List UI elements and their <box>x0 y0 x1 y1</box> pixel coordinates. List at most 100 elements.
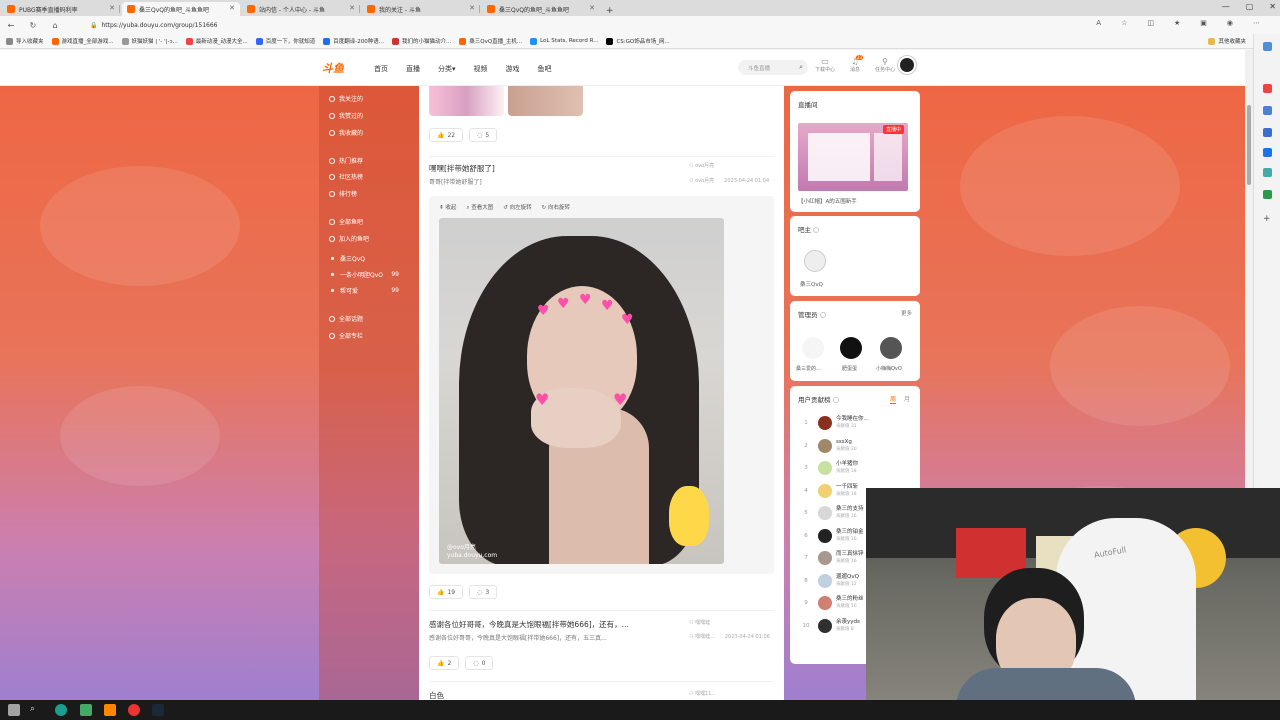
close-window-icon[interactable]: ✕ <box>1269 2 1276 11</box>
rank-row[interactable]: 1 今我睡在你... 贡献值 31 <box>798 414 910 432</box>
rank-row[interactable]: 3 小羊猪你 贡献值 18 <box>798 459 910 477</box>
rank-username[interactable]: 今我睡在你... <box>836 416 869 422</box>
profile-icon[interactable]: ◉ <box>1227 19 1233 27</box>
rank-username[interactable]: sssXg <box>836 439 852 445</box>
messages-button[interactable]: ♫ 23 消息 <box>844 55 866 73</box>
browser-tab[interactable]: 桑三QvQ的鱼吧_斗鱼鱼吧 ✕ <box>482 2 600 16</box>
other-bookmarks[interactable]: 其他收藏夹 <box>1208 37 1246 45</box>
live-room-preview[interactable]: 直播中 <box>798 123 908 191</box>
search-input[interactable]: 斗鱼直播 ⌕ <box>738 60 808 75</box>
send-icon[interactable] <box>1263 168 1272 177</box>
rank-avatar[interactable] <box>818 596 832 610</box>
page-scrollbar[interactable] <box>1245 50 1253 488</box>
bookmark-item[interactable]: 最新动漫_动漫大全... <box>185 37 248 45</box>
rank-avatar[interactable] <box>818 573 832 588</box>
admin-avatar[interactable] <box>840 337 862 359</box>
help-icon[interactable] <box>819 312 826 318</box>
admin-avatar[interactable] <box>802 337 824 359</box>
bookmark-item[interactable]: 百度一下，你就知道 <box>255 37 315 45</box>
refresh-icon[interactable]: ↻ <box>22 21 44 30</box>
rank-username[interactable]: 桑三的铂金 <box>836 529 864 535</box>
rank-avatar[interactable] <box>818 506 832 520</box>
bookmark-item[interactable]: 我们的小猫猫动介... <box>391 37 451 45</box>
douyu-logo[interactable]: 斗鱼 <box>322 60 344 76</box>
joined-group-item[interactable]: 帮可爱 99 <box>329 286 409 295</box>
rank-avatar[interactable] <box>818 461 832 475</box>
admin-name[interactable]: 小嗨嗨QvO <box>876 365 902 372</box>
rank-avatar[interactable] <box>818 551 832 565</box>
help-icon[interactable] <box>832 397 839 403</box>
split-screen-icon[interactable]: ◫ <box>1147 19 1154 27</box>
search-icon[interactable]: ⌕ <box>799 63 803 72</box>
nav-games[interactable]: 游戏 <box>506 64 520 74</box>
sidebar-item-following[interactable]: 我关注的 <box>329 94 409 103</box>
owner-avatar[interactable] <box>804 250 826 272</box>
view-full-button[interactable]: ⌕ 查看大图 <box>466 203 493 212</box>
search-icon[interactable]: ⌕ <box>30 704 42 716</box>
browser-tab-active[interactable]: 桑三QvQ的鱼吧_斗鱼鱼吧 ✕ <box>122 2 240 16</box>
admin-avatar[interactable] <box>880 337 902 359</box>
close-tab-icon[interactable]: ✕ <box>589 4 595 12</box>
tab-monthly[interactable]: 月 <box>904 394 910 403</box>
comment-button[interactable]: ◌ 0 <box>465 656 494 670</box>
comment-button[interactable]: ◌ 5 <box>469 128 498 142</box>
minimize-icon[interactable]: — <box>1222 2 1230 11</box>
close-tab-icon[interactable]: ✕ <box>469 4 475 12</box>
scrollbar-thumb[interactable] <box>1247 105 1251 185</box>
bookmark-item[interactable]: 妖猫妖猫 | '- '|-ɔ... <box>121 37 178 45</box>
app-icon[interactable] <box>80 704 92 716</box>
tab-weekly[interactable]: 周 <box>889 394 896 404</box>
maximize-icon[interactable]: ▢ <box>1246 2 1254 11</box>
collections-icon[interactable]: ▣ <box>1200 19 1207 27</box>
post-title[interactable]: 嘿嘿[拌带她舒服了] <box>429 163 495 174</box>
tree-icon[interactable] <box>1263 190 1272 199</box>
help-icon[interactable] <box>813 227 819 233</box>
bookmark-item[interactable]: 导入收藏夹 <box>6 37 44 45</box>
sidebar-item-community-hot[interactable]: 社区热榜 <box>329 172 409 181</box>
like-button[interactable]: 👍 22 <box>429 128 464 142</box>
netease-music-icon[interactable] <box>128 704 140 716</box>
sidebar-item-all-topics[interactable]: 全部话题 <box>329 314 409 323</box>
close-tab-icon[interactable]: ✕ <box>349 4 355 12</box>
browser-tab[interactable]: 站内信 - 个人中心 - 斗鱼 ✕ <box>242 2 360 16</box>
like-button[interactable]: 👍 19 <box>429 585 464 599</box>
close-tab-icon[interactable]: ✕ <box>109 4 115 12</box>
back-icon[interactable]: ← <box>0 21 22 30</box>
comment-button[interactable]: ◌ 3 <box>469 585 498 599</box>
post-photo[interactable]: ♥ ♥ ♥ ♥ ♥ ♥ ♥ @ovo月亮 yuba.douyu.com <box>439 218 724 564</box>
rank-avatar[interactable] <box>818 416 832 430</box>
rank-row[interactable]: 2 sssXg 贡献值 20 <box>798 437 910 455</box>
nav-yuba[interactable]: 鱼吧 <box>538 64 552 74</box>
like-button[interactable]: 👍 2 <box>429 656 460 670</box>
post-image-thumbnail[interactable] <box>429 86 504 116</box>
sidebar-item-joined-groups[interactable]: 加入的鱼吧 <box>329 234 409 243</box>
app-icon[interactable] <box>104 704 116 716</box>
admins-more-link[interactable]: 更多 <box>901 309 912 317</box>
games-icon[interactable] <box>1263 128 1272 137</box>
browser-tab[interactable]: PUBG赛季直播码利率 ✕ <box>2 2 120 16</box>
windows-start-icon[interactable] <box>8 704 20 716</box>
joined-group-item[interactable]: 桑三QvQ <box>329 254 409 263</box>
post-author[interactable]: ⚇ 嘿嘿蛙 <box>689 619 710 626</box>
edge-browser-icon[interactable] <box>55 704 67 716</box>
add-icon[interactable]: + <box>1263 214 1272 224</box>
steam-icon[interactable] <box>152 704 164 716</box>
sidebar-item-ranking[interactable]: 排行榜 <box>329 189 409 198</box>
rank-username[interactable]: 桑三的粉丝 <box>836 596 864 602</box>
nav-video[interactable]: 视频 <box>474 64 488 74</box>
url-bar[interactable]: 🔒 https://yuba.douyu.com/group/151666 <box>90 19 1100 31</box>
read-aloud-icon[interactable]: A <box>1096 19 1101 27</box>
task-center-button[interactable]: ⚲ 任务中心 <box>874 57 896 73</box>
tools-icon[interactable] <box>1263 106 1272 115</box>
rotate-left-button[interactable]: ↺ 向左旋转 <box>503 203 531 212</box>
rank-avatar[interactable] <box>818 483 832 498</box>
nav-home[interactable]: 首页 <box>374 64 388 74</box>
sidebar-item-collected[interactable]: 我收藏的 <box>329 128 409 137</box>
post-image-thumbnail[interactable] <box>508 86 583 116</box>
bookmark-item[interactable]: 桑三QvQ直播_主机... <box>459 37 522 45</box>
joined-group-item[interactable]: 一条小明胆QvO 99 <box>329 270 409 279</box>
nav-live[interactable]: 直播 <box>406 64 420 74</box>
download-center-button[interactable]: ▭ 下载中心 <box>814 57 836 73</box>
favorites-icon[interactable]: ★ <box>1174 19 1180 27</box>
rank-avatar[interactable] <box>818 618 832 633</box>
